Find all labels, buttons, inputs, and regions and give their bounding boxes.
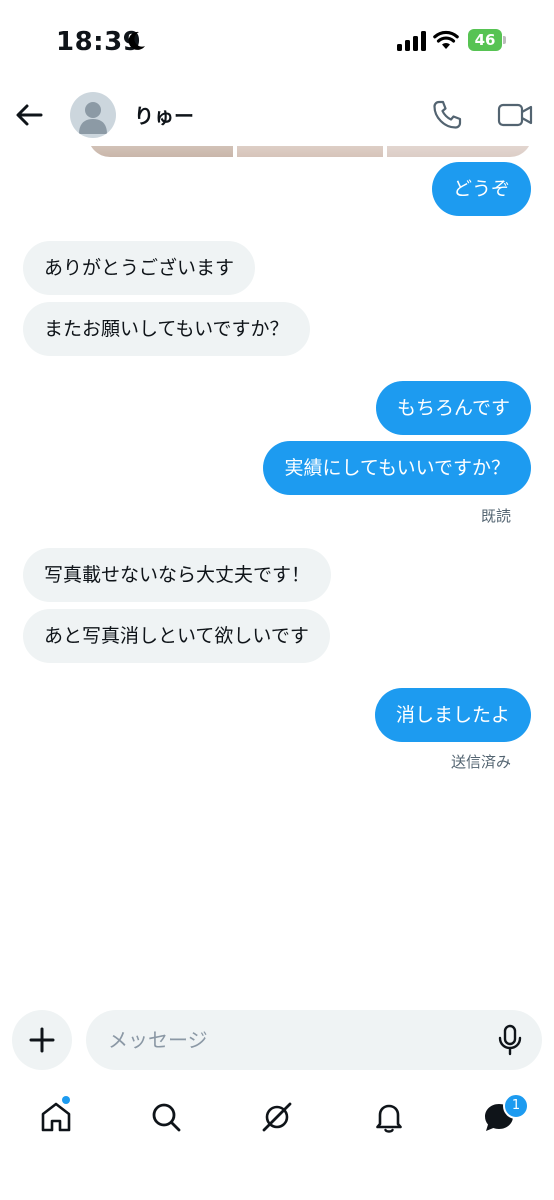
chat-header: りゅー xyxy=(0,84,554,146)
message-bubble-sent[interactable]: もちろんです xyxy=(375,381,531,435)
wifi-icon xyxy=(433,30,459,49)
read-receipt: 既読 xyxy=(480,507,511,525)
message-bubble-received[interactable]: またお願いしてもいですか？ xyxy=(23,302,310,356)
message-bubble-received[interactable]: あと写真消しといて欲しいです xyxy=(23,609,330,663)
message-bubble-sent[interactable]: 実績にしてもいいですか？ xyxy=(263,441,531,495)
message-bubble-sent[interactable]: 消しましたよ xyxy=(374,688,531,742)
default-avatar-icon xyxy=(79,102,107,134)
signal-icon xyxy=(397,31,426,51)
messages-badge: 1 xyxy=(503,1093,529,1119)
add-attachment-button[interactable] xyxy=(12,1010,72,1070)
battery-level: 46 xyxy=(474,31,496,49)
bottom-navigation xyxy=(0,1086,554,1148)
phone-icon[interactable] xyxy=(430,98,464,132)
back-arrow-icon[interactable] xyxy=(12,98,46,132)
microphone-icon[interactable] xyxy=(496,1024,524,1056)
moon-icon xyxy=(128,31,145,50)
message-bubble-received[interactable]: 写真載せないなら大丈夫です！ xyxy=(23,548,332,602)
battery-icon: 46 xyxy=(468,29,506,53)
search-icon[interactable] xyxy=(148,1099,184,1135)
message-bubble-received[interactable]: ありがとうございます xyxy=(23,241,256,295)
video-call-icon[interactable] xyxy=(496,98,534,132)
home-notification-dot xyxy=(62,1096,70,1104)
bell-icon[interactable] xyxy=(371,1099,407,1135)
grok-icon[interactable] xyxy=(259,1099,295,1135)
status-bar: 18:39 46 xyxy=(0,0,554,84)
sent-receipt: 送信済み xyxy=(450,753,511,771)
message-input[interactable]: メッセージ xyxy=(86,1010,542,1070)
message-input-placeholder: メッセージ xyxy=(108,1028,208,1052)
plus-icon xyxy=(29,1027,55,1053)
home-icon[interactable] xyxy=(38,1099,74,1135)
contact-name[interactable]: りゅー xyxy=(134,100,194,129)
message-bubble-sent[interactable]: どうぞ xyxy=(431,162,531,216)
avatar[interactable] xyxy=(70,92,116,138)
